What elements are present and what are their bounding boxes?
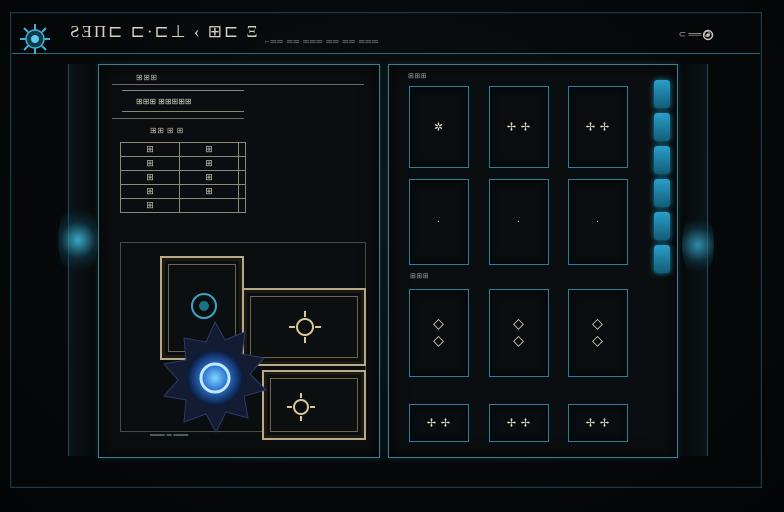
table-cell: ⊞ [119, 198, 181, 213]
settings-icon[interactable] [698, 28, 718, 42]
stats-table: ⊞ ⊞ ⊞ ⊞ ⊞ ⊞ ⊞ ⊞ ⊞ [119, 142, 246, 213]
divider [112, 84, 364, 85]
inventory-slot[interactable]: · [409, 179, 469, 265]
table-cell [238, 142, 246, 157]
inventory-slot[interactable]: ✲ [409, 86, 469, 168]
meter-segment [654, 212, 670, 240]
table-cell: ⊞ [119, 170, 181, 185]
inventory-slot[interactable]: ◇ ◇ [568, 289, 628, 377]
slot-glyph: ◇ ◇ [592, 317, 604, 349]
slots-top-label: ⊞⊞⊞ [408, 72, 428, 80]
table-row: ⊞ [119, 198, 246, 213]
slot-glyph: ✢ ✢ [506, 417, 532, 430]
meter-segment [654, 146, 670, 174]
table-cell: ⊞ [179, 184, 240, 199]
meter-segment [654, 179, 670, 207]
slot-glyph: ✢ ✢ [585, 121, 611, 134]
game-screen: ƧƎΠ⊏ ⊏·⊏⊥ ‹ ⊞⊏ Ξ ⌐══ ══ ═══ ══ ══ ═══ ⊂ … [0, 0, 784, 512]
left-glow-orb [58, 200, 98, 280]
table-cell: ⊞ [119, 142, 181, 157]
inventory-slot[interactable]: ✢ ✢ [568, 404, 628, 442]
divider [112, 118, 244, 119]
table-cell [238, 184, 246, 199]
power-meter [654, 80, 670, 302]
table-cell: ⊞ [119, 156, 181, 171]
slot-glyph: ◇ ◇ [433, 317, 445, 349]
table-cell: ⊞ [179, 142, 240, 157]
table-cell: ⊞ [179, 170, 240, 185]
emblem-logo-icon [20, 24, 50, 54]
table-row: ⊞ ⊞ [119, 142, 246, 157]
inventory-slot[interactable]: ◇ ◇ [409, 289, 469, 377]
table-row: ⊞ ⊞ [119, 184, 246, 199]
game-title: ƧƎΠ⊏ ⊏·⊏⊥ ‹ ⊞⊏ Ξ [70, 22, 260, 41]
inventory-slot[interactable]: · [489, 179, 549, 265]
inventory-slot[interactable]: ◇ ◇ [489, 289, 549, 377]
section-label: ⊞⊞⊞ [136, 73, 158, 82]
name-field[interactable]: ⊞⊞⊞ ⊞⊞⊞⊞⊞ [122, 90, 244, 112]
gear-orb-icon[interactable] [150, 318, 280, 442]
slot-glyph: ✢ ✢ [506, 121, 532, 134]
sun-emblem-icon [287, 393, 315, 421]
inventory-slot[interactable]: ✢ ✢ [489, 404, 549, 442]
table-cell: ⊞ [119, 184, 181, 199]
sun-emblem-icon [289, 311, 321, 343]
inventory-slot[interactable]: ✢ ✢ [489, 86, 549, 168]
name-field-value: ⊞⊞⊞ ⊞⊞⊞⊞⊞ [136, 97, 192, 106]
bottom-label: ═══ ═ ═══ [150, 431, 189, 439]
table-label: ⊞⊞ ⊞ ⊞ [150, 126, 184, 135]
table-cell [238, 198, 246, 213]
inventory-slot[interactable]: · [568, 179, 628, 265]
slot-glyph: · [516, 216, 522, 228]
meter-segment [654, 245, 670, 273]
table-cell [179, 198, 240, 213]
slot-glyph: · [436, 216, 442, 228]
inventory-slot[interactable]: ✢ ✢ [409, 404, 469, 442]
right-glow-orb [682, 210, 714, 280]
table-cell [238, 156, 246, 171]
slots-mid-label: ⊞⊞⊞ [410, 272, 430, 280]
slot-glyph: ✢ ✢ [426, 417, 452, 430]
slot-glyph: ✢ ✢ [585, 417, 611, 430]
meter-segment [654, 113, 670, 141]
slot-glyph: · [595, 216, 601, 228]
slot-glyph: ✲ [433, 121, 445, 134]
game-subtitle: ⌐══ ══ ═══ ══ ══ ═══ [265, 37, 379, 46]
inventory-slot[interactable]: ✢ ✢ [568, 86, 628, 168]
table-cell [238, 170, 246, 185]
meter-segment [654, 80, 670, 108]
slot-glyph: ◇ ◇ [513, 317, 525, 349]
table-row: ⊞ ⊞ [119, 156, 246, 171]
table-row: ⊞ ⊞ [119, 170, 246, 185]
table-cell: ⊞ [179, 156, 240, 171]
